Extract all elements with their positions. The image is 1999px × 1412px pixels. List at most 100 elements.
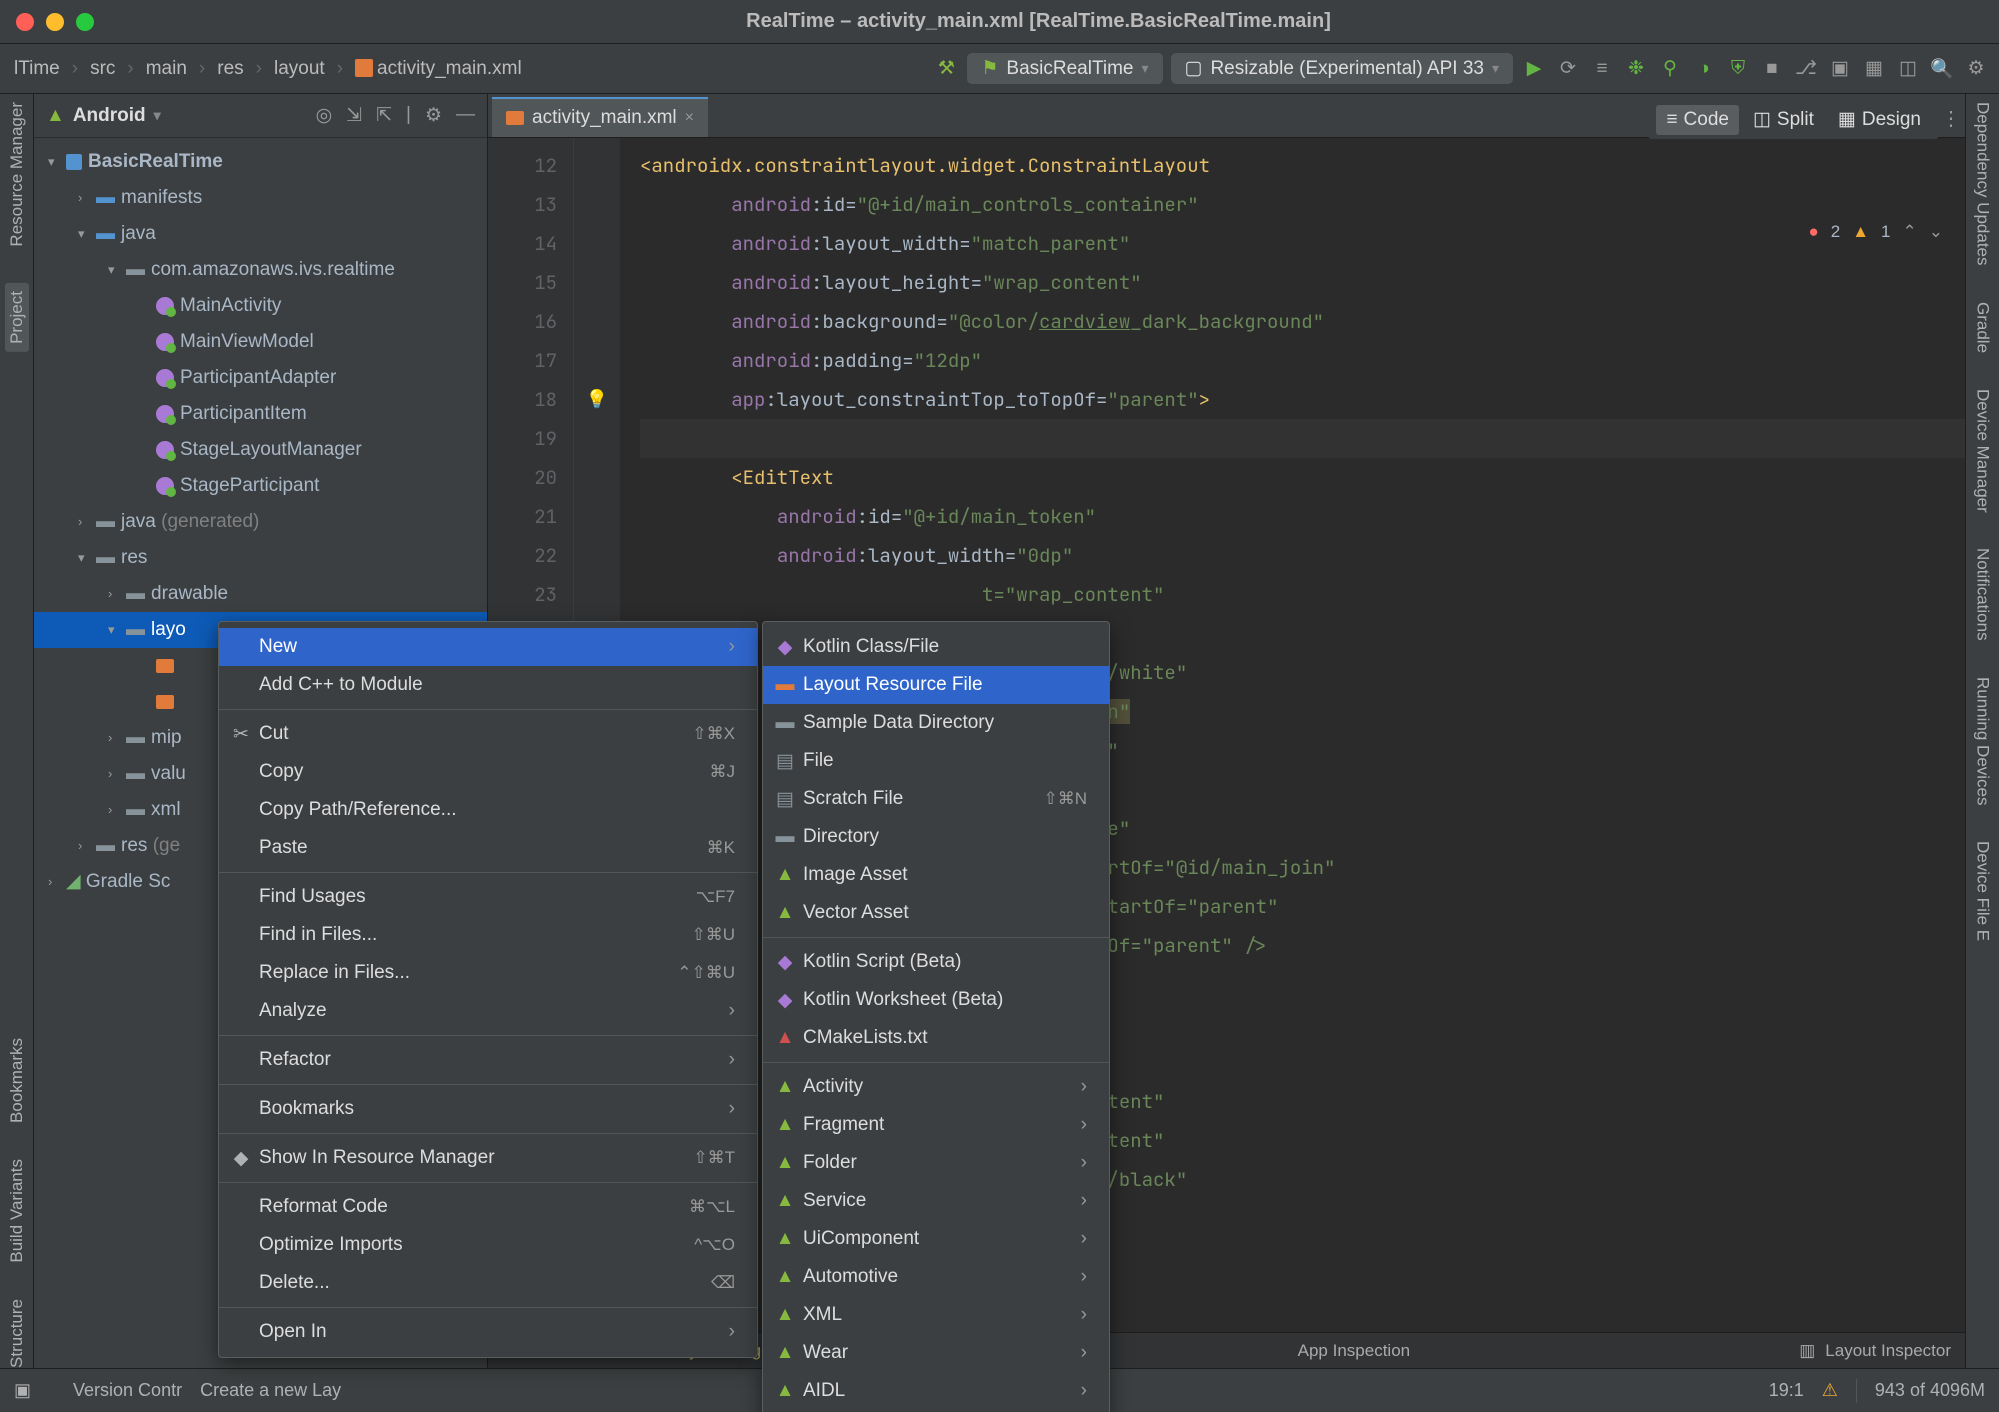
tree-class[interactable]: MainActivity bbox=[34, 288, 487, 324]
menu-item[interactable]: ▲XML› bbox=[763, 1296, 1109, 1334]
tool-version-control[interactable]: Version Contr bbox=[73, 1380, 182, 1401]
hide-icon[interactable]: — bbox=[456, 104, 475, 127]
window-minimize-button[interactable] bbox=[46, 13, 64, 31]
menu-item[interactable]: ▲Image Asset bbox=[763, 856, 1109, 894]
menu-item[interactable]: Find Usages⌥F7 bbox=[219, 878, 757, 916]
tree-res[interactable]: ▾▬res bbox=[34, 540, 487, 576]
breadcrumb-seg[interactable]: lTime bbox=[10, 58, 64, 80]
apply-changes-icon[interactable]: ⟳ bbox=[1555, 56, 1581, 82]
menu-item[interactable]: Optimize Imports^⌥O bbox=[219, 1226, 757, 1264]
apply-code-icon[interactable]: ≡ bbox=[1589, 56, 1615, 82]
breadcrumb-seg[interactable]: src bbox=[86, 58, 119, 80]
select-opened-icon[interactable]: ◎ bbox=[316, 104, 333, 127]
menu-item[interactable]: ◆Kotlin Script (Beta) bbox=[763, 943, 1109, 981]
run-config-selector[interactable]: ⚑ BasicRealTime ▾ bbox=[967, 53, 1162, 84]
coverage-icon[interactable]: ⚲ bbox=[1657, 56, 1683, 82]
warning-icon[interactable]: ⚠ bbox=[1822, 1380, 1838, 1401]
next-problem-icon[interactable]: ⌄ bbox=[1929, 222, 1943, 242]
git-icon[interactable]: ⎇ bbox=[1793, 56, 1819, 82]
strip-project[interactable]: Project bbox=[5, 283, 29, 352]
menu-item[interactable]: Analyze› bbox=[219, 992, 757, 1030]
breadcrumb-file[interactable]: activity_main.xml bbox=[351, 58, 526, 80]
strip-resource-manager[interactable]: Resource Manager bbox=[7, 102, 27, 247]
menu-item[interactable]: Copy⌘J bbox=[219, 753, 757, 791]
tree-java[interactable]: ▾▬java bbox=[34, 216, 487, 252]
collapse-icon[interactable]: ⇱ bbox=[376, 104, 392, 127]
debug-icon[interactable]: ❉ bbox=[1623, 56, 1649, 82]
menu-item[interactable]: ▲Fragment› bbox=[763, 1106, 1109, 1144]
tree-java-gen[interactable]: ›▬java (generated) bbox=[34, 504, 487, 540]
project-view-selector[interactable]: ▲ Android ▾ bbox=[46, 105, 161, 127]
view-design-button[interactable]: ▦ Design bbox=[1828, 104, 1931, 135]
menu-item[interactable]: ▤Scratch File⇧⌘N bbox=[763, 780, 1109, 818]
tree-class[interactable]: StageLayoutManager bbox=[34, 432, 487, 468]
breadcrumb-seg[interactable]: res bbox=[213, 58, 247, 80]
menu-item[interactable]: Add C++ to Module bbox=[219, 666, 757, 704]
editor-tab-active[interactable]: activity_main.xml × bbox=[492, 97, 708, 137]
stop-icon[interactable]: ■ bbox=[1759, 56, 1785, 82]
strip-build-variants[interactable]: Build Variants bbox=[7, 1159, 27, 1263]
menu-item[interactable]: Bookmarks› bbox=[219, 1090, 757, 1128]
menu-item[interactable]: New› bbox=[219, 628, 757, 666]
menu-item[interactable]: ▲AIDL› bbox=[763, 1372, 1109, 1410]
menu-item[interactable]: ◆Kotlin Worksheet (Beta) bbox=[763, 981, 1109, 1019]
expand-icon[interactable]: ⇲ bbox=[346, 104, 362, 127]
tree-package[interactable]: ▾▬com.amazonaws.ivs.realtime bbox=[34, 252, 487, 288]
tree-class[interactable]: ParticipantAdapter bbox=[34, 360, 487, 396]
tree-class[interactable]: StageParticipant bbox=[34, 468, 487, 504]
menu-item[interactable]: ▲Folder› bbox=[763, 1144, 1109, 1182]
menu-item[interactable]: ✂Cut⇧⌘X bbox=[219, 715, 757, 753]
menu-item[interactable]: ▲Service› bbox=[763, 1182, 1109, 1220]
menu-item[interactable]: ▤File bbox=[763, 742, 1109, 780]
menu-item[interactable]: Paste⌘K bbox=[219, 829, 757, 867]
menu-item[interactable]: ▲Wear› bbox=[763, 1334, 1109, 1372]
tree-manifests[interactable]: ›▬manifests bbox=[34, 180, 487, 216]
tree-class[interactable]: ParticipantItem bbox=[34, 396, 487, 432]
menu-item[interactable]: Open In› bbox=[219, 1313, 757, 1351]
strip-running-devices[interactable]: Running Devices bbox=[1973, 677, 1993, 806]
attach-debugger-icon[interactable]: ⛨ bbox=[1725, 56, 1751, 82]
view-split-button[interactable]: ◫ Split bbox=[1743, 104, 1824, 135]
menu-item[interactable]: Find in Files...⇧⌘U bbox=[219, 916, 757, 954]
strip-dep-updates[interactable]: Dependency Updates bbox=[1973, 102, 1993, 266]
window-maximize-button[interactable] bbox=[76, 13, 94, 31]
tree-root[interactable]: ▾BasicRealTime bbox=[34, 144, 487, 180]
tool-layout-inspector[interactable]: Layout Inspector bbox=[1825, 1341, 1951, 1361]
view-code-button[interactable]: ≡ Code bbox=[1656, 105, 1739, 135]
device-selector[interactable]: ▢ Resizable (Experimental) API 33 ▾ bbox=[1171, 53, 1514, 84]
tree-drawable[interactable]: ›▬drawable bbox=[34, 576, 487, 612]
breadcrumb-seg[interactable]: main bbox=[142, 58, 191, 80]
menu-item[interactable]: ▲CMakeLists.txt bbox=[763, 1019, 1109, 1057]
strip-device-file[interactable]: Device File E bbox=[1973, 841, 1993, 941]
strip-notifications[interactable]: Notifications bbox=[1973, 548, 1993, 641]
strip-device-manager[interactable]: Device Manager bbox=[1973, 389, 1993, 513]
menu-item[interactable]: ▲Activity› bbox=[763, 1068, 1109, 1106]
bulb-icon[interactable]: 💡 bbox=[574, 380, 620, 419]
window-close-button[interactable] bbox=[16, 13, 34, 31]
sync-icon[interactable]: ▣ bbox=[1827, 56, 1853, 82]
menu-item[interactable]: Refactor› bbox=[219, 1041, 757, 1079]
search-icon[interactable]: 🔍 bbox=[1929, 56, 1955, 82]
breadcrumb-seg[interactable]: layout bbox=[270, 58, 329, 80]
avd-icon[interactable]: ▦ bbox=[1861, 56, 1887, 82]
tree-class[interactable]: MainViewModel bbox=[34, 324, 487, 360]
menu-item[interactable]: ◆Kotlin Class/File bbox=[763, 628, 1109, 666]
menu-item[interactable]: ▬Directory bbox=[763, 818, 1109, 856]
tool-app-inspection[interactable]: App Inspection bbox=[1298, 1341, 1410, 1361]
profiler-icon[interactable]: ◑ bbox=[1691, 56, 1717, 82]
menu-item[interactable]: Delete...⌫ bbox=[219, 1264, 757, 1302]
menu-item[interactable]: ▲Automotive› bbox=[763, 1258, 1109, 1296]
menu-item[interactable]: ◆Show In Resource Manager⇧⌘T bbox=[219, 1139, 757, 1177]
menu-item[interactable]: ▲UiComponent› bbox=[763, 1220, 1109, 1258]
settings-icon[interactable]: ⚙ bbox=[1963, 56, 1989, 82]
menu-item[interactable]: ▬Layout Resource File bbox=[763, 666, 1109, 704]
sdk-icon[interactable]: ◫ bbox=[1895, 56, 1921, 82]
menu-item[interactable]: ▬Sample Data Directory bbox=[763, 704, 1109, 742]
run-button[interactable]: ▶ bbox=[1521, 56, 1547, 82]
strip-bookmarks[interactable]: Bookmarks bbox=[7, 1038, 27, 1123]
strip-structure[interactable]: Structure bbox=[7, 1299, 27, 1368]
menu-item[interactable]: ▲Vector Asset bbox=[763, 894, 1109, 932]
settings-icon[interactable]: ⚙ bbox=[425, 104, 442, 127]
build-icon[interactable]: ⚒ bbox=[933, 56, 959, 82]
prev-problem-icon[interactable]: ⌃ bbox=[1903, 222, 1917, 242]
